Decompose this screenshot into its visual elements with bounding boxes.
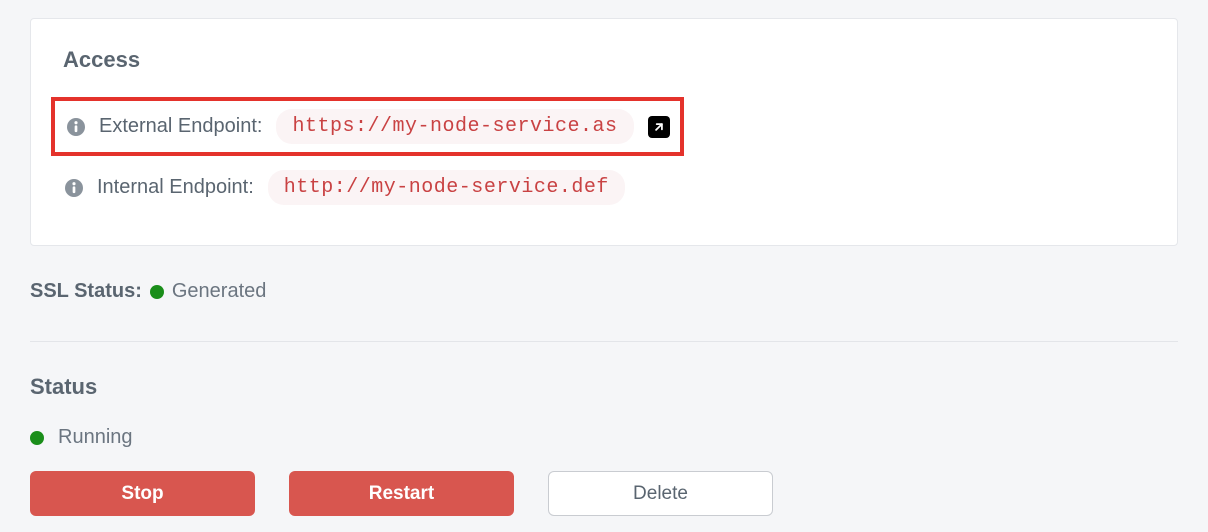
status-running-row: Running — [30, 426, 1178, 449]
ssl-status-value: Generated — [172, 280, 267, 303]
access-card: Access External Endpoint: https://my-nod… — [30, 18, 1178, 246]
ssl-status-row: SSL Status: Generated — [30, 280, 1178, 342]
status-heading: Status — [30, 374, 1178, 400]
info-icon — [67, 118, 85, 136]
external-endpoint-highlight: External Endpoint: https://my-node-servi… — [51, 97, 684, 156]
status-dot-icon — [150, 285, 164, 299]
ssl-status-label: SSL Status: — [30, 280, 142, 303]
external-link-icon[interactable] — [648, 116, 670, 138]
internal-endpoint-label: Internal Endpoint: — [97, 176, 254, 199]
external-endpoint-row: External Endpoint: https://my-node-servi… — [65, 109, 670, 144]
external-endpoint-label: External Endpoint: — [99, 115, 262, 138]
access-heading: Access — [63, 47, 1145, 73]
delete-button[interactable]: Delete — [548, 471, 773, 516]
external-endpoint-url[interactable]: https://my-node-service.as — [276, 109, 633, 144]
action-buttons: Stop Restart Delete — [30, 471, 1178, 516]
status-value: Running — [58, 426, 133, 449]
internal-endpoint-url[interactable]: http://my-node-service.def — [268, 170, 625, 205]
info-icon — [65, 179, 83, 197]
restart-button[interactable]: Restart — [289, 471, 514, 516]
status-dot-icon — [30, 431, 44, 445]
stop-button[interactable]: Stop — [30, 471, 255, 516]
internal-endpoint-row: Internal Endpoint: http://my-node-servic… — [63, 170, 1145, 205]
